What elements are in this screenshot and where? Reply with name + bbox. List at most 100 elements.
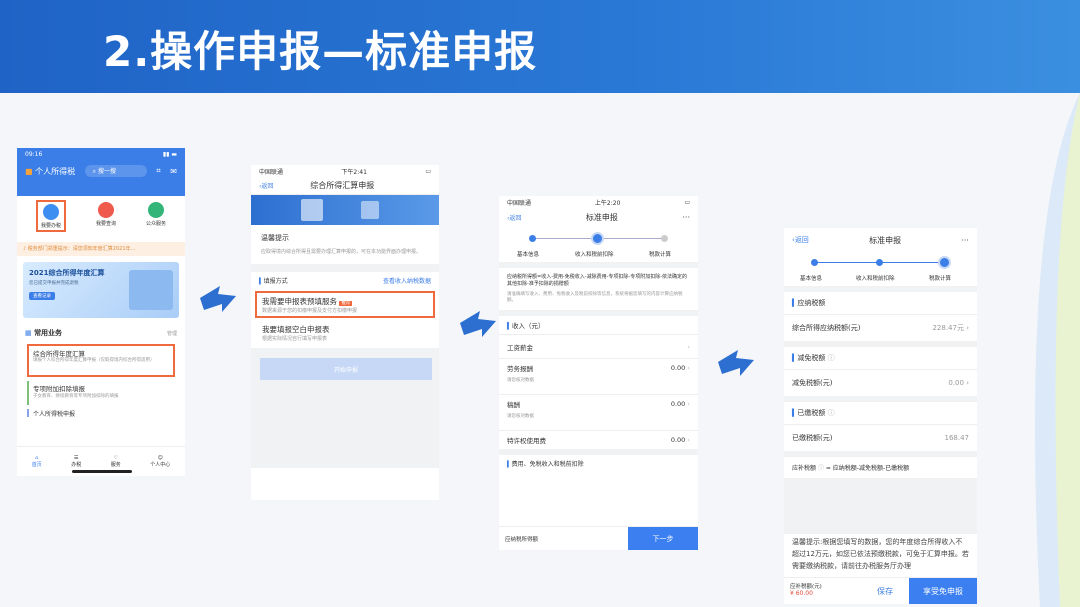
save-button[interactable]: 保存 [861, 578, 909, 604]
nav-title: 标准申报 [585, 212, 618, 222]
amount-label: 应补税额(元) [790, 584, 822, 590]
step-dot-3 [661, 235, 668, 242]
tab-home[interactable]: ⌂ 首页 [32, 455, 42, 468]
nav-title: 标准申报 [869, 235, 902, 245]
next-button[interactable]: 下一步 [628, 527, 698, 550]
notice-bar[interactable]: ♪ 税务部门郑重提示：请您须知年度汇算2021年… [17, 242, 185, 256]
home-indicator [72, 470, 132, 473]
promo-illustration [129, 270, 173, 310]
common-services-title: ▦ 常用业务 [25, 329, 63, 337]
deduction-header: ▍费用、免税收入和税前扣除 [507, 461, 584, 468]
flow-arrow-icon [460, 311, 496, 337]
heart-icon: ♡ [113, 455, 118, 461]
income-row-royalty[interactable]: 稿酬 0.00 › 请您核对数据 [499, 395, 698, 431]
message-icon[interactable]: ✉ [170, 167, 177, 176]
grid-item-public[interactable]: 公众服务 [146, 202, 166, 234]
tip-text: 应取得境内综合所得且需要办理汇算申报的，可在本功能界面办理申报。 [261, 249, 422, 255]
amount-value: ¥ 60.00 [790, 590, 813, 597]
step-dot-1 [529, 235, 536, 242]
nav-title: 综合所得汇算申报 [310, 181, 375, 190]
step-dot-1 [811, 259, 818, 266]
status-time: 09:16 [25, 150, 43, 158]
method-label: ▍填报方式 [259, 278, 288, 285]
help-icon[interactable]: ⓘ [828, 354, 835, 362]
bell-icon: ♪ [23, 246, 27, 252]
help-icon[interactable]: ⓘ [818, 465, 824, 472]
phone-tax-calculation-screen: ‹返回 标准申报 ··· 基本信息 收入和税前扣除 税款计算 ▍应纳税额 综合所… [784, 228, 977, 604]
income-row-wage[interactable]: 工资薪金 › [499, 335, 698, 359]
payable-row[interactable]: 综合所得应纳税额(元) 228.47元 › [784, 315, 977, 341]
grid-item-tax[interactable]: 我要办税 [35, 200, 66, 232]
carrier: 中国联通 [259, 168, 284, 176]
user-icon: ☺ [157, 455, 163, 461]
progress-steps: 基本信息 收入和税前扣除 税款计算 [784, 250, 977, 292]
search-box[interactable]: ⌕ 搜一搜 [84, 165, 147, 177]
flow-arrow-icon [200, 286, 236, 312]
home-icon: ⌂ [35, 455, 39, 461]
tab-tax[interactable]: ☰ 办税 [71, 455, 81, 468]
scan-icon[interactable]: ⌗ [156, 166, 161, 176]
more-icon[interactable]: ··· [682, 213, 690, 222]
recommend-badge: 推荐 [339, 301, 353, 306]
service-icon [147, 202, 164, 218]
option-prefill[interactable]: 我需要申报表预填服务 推荐 数据来源于您的扣缴申报及支付方扣缴申报 [255, 291, 435, 318]
tab-profile[interactable]: ☺ 个人中心 [150, 455, 170, 468]
battery-icon: ▭ [425, 167, 431, 175]
tab-service[interactable]: ♡ 服务 [111, 455, 121, 468]
query-icon [97, 202, 114, 218]
logo-icon: ■ [25, 166, 33, 176]
status-time: 上午2:20 [594, 199, 621, 207]
title-banner: 2.操作申报—标准申报 [0, 0, 1080, 93]
battery-icon: ▭ [684, 198, 690, 206]
flow-arrow-icon [718, 350, 754, 376]
back-button[interactable]: ‹返回 [792, 235, 809, 245]
taxable-income-label: 应纳税所得额 [505, 537, 539, 543]
promo-banner[interactable]: 2021综合所得年度汇算 您已提交申报并完成退税 查看记录 [23, 262, 179, 318]
view-income-link[interactable]: 查看收入纳税数据 [383, 276, 431, 285]
decorative-swoosh [1035, 93, 1080, 607]
step-dot-2 [593, 234, 602, 243]
bottom-action-bar: 应补税额(元) ¥ 60.00 保存 享受免申报 [784, 577, 977, 604]
section-reduction: ▍减免税额 ⓘ 减免税额(元) 0.00 › [784, 347, 977, 402]
income-row-labor[interactable]: 劳务报酬 0.00 › 请您核对数据 [499, 359, 698, 395]
step-dot-3 [940, 258, 949, 267]
step-dot-2 [876, 259, 883, 266]
back-button[interactable]: ‹返回 [507, 213, 521, 222]
chevron-right-icon: › [687, 342, 690, 351]
start-button[interactable]: 开始申报 [260, 358, 432, 380]
section-payable: ▍应纳税额 综合所得应纳税额(元) 228.47元 › [784, 292, 977, 347]
app-name: ■ 个人所得税 [25, 166, 76, 176]
bottom-action-bar: 应纳税所得额 下一步 [499, 526, 698, 550]
phone-income-screen: 中国联通 上午2:20 ▭ ‹返回 标准申报 ··· 基本信息 收入和税前扣除 税款… [499, 196, 698, 550]
pen-icon [42, 204, 59, 220]
submit-button[interactable]: 享受免申报 [909, 578, 977, 604]
help-icon[interactable]: ⓘ [828, 409, 835, 417]
list-item-annual-settlement[interactable]: 综合所得年度汇算 填报个人综合所得年度汇算申报（仅取得境内综合所得适用） [27, 344, 175, 377]
search-icon: ⌕ [92, 168, 97, 175]
formula-note: 请准确填写收入、费用、免税收入及税前扣除等信息，系统将据您填写的内容计算应纳税额… [507, 292, 683, 303]
section-paid: ▍已缴税额 ⓘ 已缴税额(元) 168.47 [784, 402, 977, 457]
paid-row: 已缴税额(元) 168.47 [792, 434, 969, 442]
phone-settlement-screen: 中国联通 下午2:41 ▭ ‹返回 综合所得汇算申报 温馨提示 应取得境内综合所得且… [251, 165, 439, 500]
reduction-row[interactable]: 减免税额(元) 0.00 › [784, 370, 977, 396]
doc-icon: ☰ [74, 455, 79, 461]
option-blank[interactable]: 我要填报空白申报表 根据实际情况自行填写申报表 [255, 322, 435, 344]
income-header: ▍收入（元） [499, 316, 698, 335]
slide-title: 2.操作申报—标准申报 [103, 27, 538, 76]
more-icon[interactable]: ··· [961, 236, 969, 245]
formula-text: 应纳税所得额=收入-费用-免税收入-减除费用-专项扣除-专项附加扣除-依法确定的… [507, 274, 688, 287]
list-item-special-deduction[interactable]: 专项附加扣除填报 子女教育、继续教育等专项附加扣除的填报 [27, 381, 175, 405]
income-row-franchise[interactable]: 特许权使用费 0.00 › [499, 431, 698, 455]
promo-button[interactable]: 查看记录 [29, 292, 55, 300]
tip-text: 温馨提示:根据您填写的数据，您的年度综合所得收入不超过12万元，如您已依法预缴税… [792, 538, 969, 570]
status-time: 下午2:41 [341, 168, 367, 176]
manage-link[interactable]: 管理 [167, 330, 177, 337]
back-button[interactable]: ‹返回 [259, 181, 273, 190]
progress-steps: 基本信息 收入和税前扣除 税款计算 [499, 226, 698, 268]
tip-title: 温馨提示 [261, 234, 289, 242]
phone-home-screen: 09:16 ▮▮ ▬ ■ 个人所得税 ⌕ 搜一搜 ⌗ ✉ 我要办税 我要查询 公众服… [17, 148, 185, 476]
list-item-personal-tax[interactable]: 个人所得税申报 [27, 409, 175, 417]
grid-item-query[interactable]: 我要查询 [96, 202, 116, 234]
signal-icon: ▮▮ ▬ [162, 150, 177, 158]
header-illustration [251, 195, 439, 225]
